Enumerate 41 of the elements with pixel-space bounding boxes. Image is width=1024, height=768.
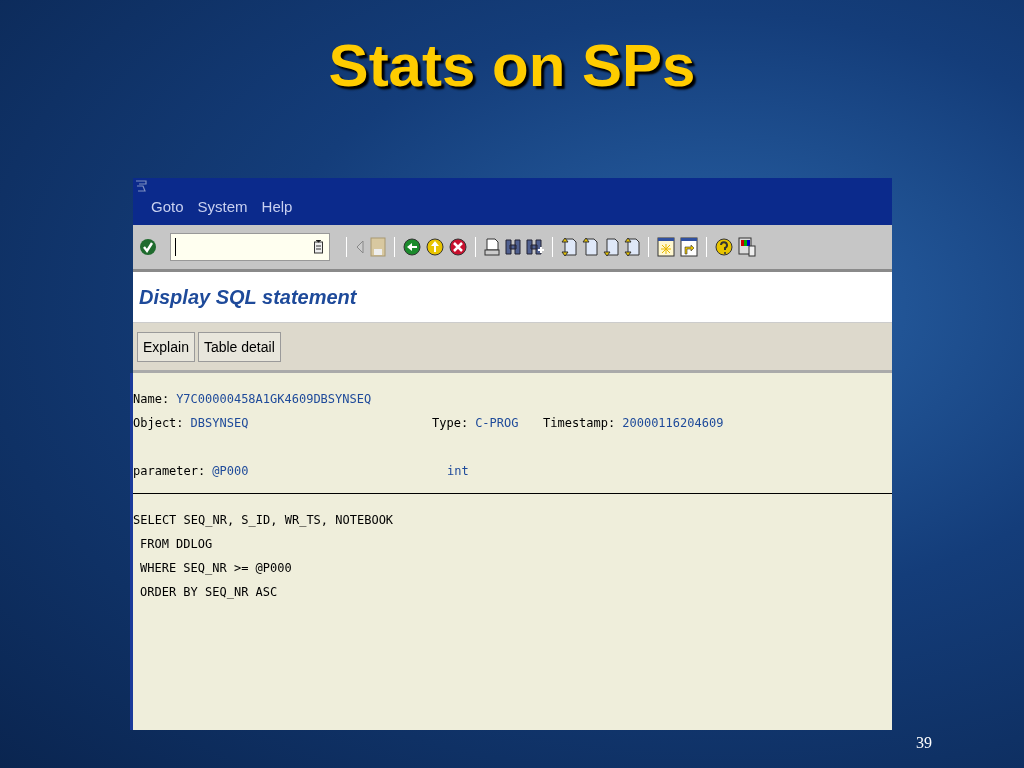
field-value: @P000 <box>212 463 249 480</box>
page-arrow-icon[interactable] <box>582 237 598 257</box>
circle-nav-icon[interactable] <box>403 238 421 256</box>
toolbar-button[interactable]: Table detail <box>197 331 281 362</box>
circle-nav-icon[interactable] <box>449 238 467 256</box>
screen-title: Display SQL statement <box>139 285 357 309</box>
sql-line: ORDER BY SEQ_NR ASC <box>140 584 278 601</box>
page-arrow-icon[interactable] <box>603 237 619 257</box>
sql-line: FROM DDLOG <box>140 536 213 553</box>
field-label: Timestamp: <box>543 415 616 432</box>
page-number: 39 <box>916 734 932 752</box>
data-type: int <box>447 463 470 480</box>
menu-item[interactable]: System <box>197 198 248 215</box>
dropdown-icon[interactable] <box>314 240 323 254</box>
page-arrow-icon[interactable] <box>561 237 577 257</box>
find-icon[interactable] <box>505 238 521 256</box>
field-label: Type: <box>432 415 469 432</box>
field-label: Object: <box>133 415 184 432</box>
layout-icon[interactable] <box>738 237 756 257</box>
print-icon[interactable] <box>484 238 500 256</box>
slide-title: Stats on SPs <box>328 31 696 101</box>
command-field[interactable] <box>170 233 330 261</box>
circle-nav-icon[interactable] <box>426 238 444 256</box>
field-value: C-PROG <box>475 415 519 432</box>
sql-line: WHERE SEQ_NR >= @P000 <box>140 560 292 577</box>
help-icon[interactable] <box>715 237 733 257</box>
field-value: Y7C00000458A1GK4609DBSYNSEQ <box>176 391 372 408</box>
window-menu-icon[interactable] <box>135 180 147 192</box>
menu-item[interactable]: Goto <box>151 198 184 215</box>
toolbar-button[interactable]: Explain <box>137 331 195 362</box>
shortcut-icon[interactable] <box>680 237 698 257</box>
new-window-icon[interactable] <box>657 237 675 257</box>
field-label: parameter: <box>133 463 206 480</box>
field-value: 20000116204609 <box>622 415 724 432</box>
page-arrow-icon[interactable] <box>624 237 640 257</box>
field-value: DBSYNSEQ <box>190 415 249 432</box>
sql-line: SELECT SEQ_NR, S_ID, WR_TS, NOTEBOOK <box>133 512 394 529</box>
check-icon[interactable] <box>139 238 157 256</box>
menu-item[interactable]: Help <box>261 198 293 215</box>
find-next-icon[interactable] <box>526 238 544 256</box>
field-label: Name: <box>133 391 170 408</box>
